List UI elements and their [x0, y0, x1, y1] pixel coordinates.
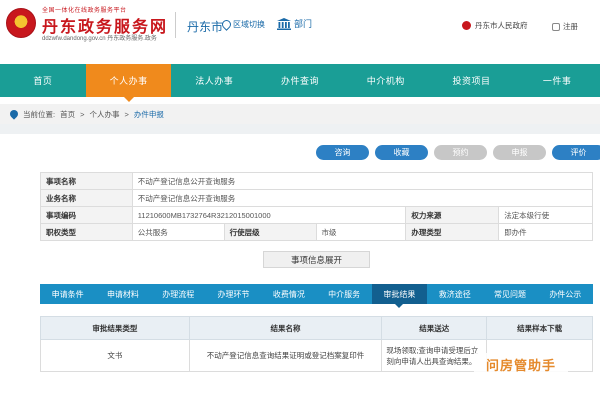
region-switch-link[interactable]: 区域切换: [220, 18, 265, 31]
breadcrumb-home[interactable]: 首页: [60, 109, 75, 120]
header-divider: [175, 12, 176, 38]
item-name-value: 不动产登记信息公开查询服务: [131, 172, 594, 190]
nav-item[interactable]: 中介机构: [343, 64, 429, 97]
register-link[interactable]: 注册: [552, 21, 578, 32]
government-emblem-icon: [462, 21, 471, 30]
detail-tabs: 申请条件 申请材料 办理流程 办理环节 收费情况 中介服务 审批结果 救济途径 常见问题 办件公示: [40, 284, 593, 308]
table-header-row: 审批结果类型 结果名称 结果送达 结果样本下载: [40, 316, 593, 340]
tab[interactable]: 救济途径: [427, 284, 482, 304]
breadcrumb-separator: >: [80, 109, 85, 119]
breadcrumb-personal[interactable]: 个人办事: [89, 109, 119, 120]
tab[interactable]: 审批结果: [371, 284, 428, 308]
delivery-line: 刻向申请人出具查询结果。: [386, 356, 477, 366]
nav-item[interactable]: 法人办事: [171, 64, 257, 97]
tab[interactable]: 收费情况: [261, 284, 316, 304]
result-name-cell: 不动产登记信息查询结果证明或登记档案复印件: [188, 339, 383, 372]
tab[interactable]: 办件公示: [538, 284, 593, 304]
expand-info-button[interactable]: 事项信息展开: [263, 251, 370, 268]
breadcrumb-current: 办件申报: [133, 109, 164, 119]
column-header: 结果样本下载: [486, 316, 593, 340]
duty-type-value: 公共服务: [131, 223, 225, 241]
current-city: 丹东市: [187, 20, 224, 34]
level-value: 市级: [315, 223, 407, 241]
department-label: 部门: [294, 19, 313, 29]
location-pin-icon: [220, 18, 233, 31]
result-type-cell: 文书: [40, 339, 190, 372]
building-icon: [277, 17, 291, 30]
handle-type-label: 办理类型: [405, 223, 500, 241]
appointment-button[interactable]: 预约: [434, 145, 487, 160]
nav-item[interactable]: 个人办事: [85, 64, 172, 102]
item-name-label: 事项名称: [40, 172, 133, 190]
city-government-label: 丹东市人民政府: [475, 21, 528, 30]
city-government-link[interactable]: 丹东市人民政府: [462, 20, 528, 31]
department-link[interactable]: 部门: [277, 17, 312, 30]
result-delivery-cell: 现场领取;查询申请受理后立 刻向申请人出具查询结果。: [381, 339, 488, 372]
logo-domain: ddzwfw.dandong.gov.cn 丹东政务服务.政务: [42, 36, 157, 42]
action-buttons: 咨询 收藏 预约 申报 评价: [316, 145, 600, 160]
register-label: 注册: [563, 22, 578, 31]
consult-button[interactable]: 咨询: [316, 145, 369, 160]
evaluate-button[interactable]: 评价: [552, 145, 600, 160]
duty-type-label: 职权类型: [40, 223, 133, 241]
table-row: 事项编码 11210600MB1732764R3212015001000 权力来…: [40, 206, 593, 224]
column-header: 结果送达: [381, 316, 488, 340]
region-switch-label: 区域切换: [233, 20, 265, 29]
table-row: 职权类型 公共服务 行使层级 市级 办理类型 即办件: [40, 223, 593, 241]
power-source-label: 权力来源: [405, 206, 500, 224]
business-name-value: 不动产登记信息公开查询服务: [131, 189, 594, 207]
national-emblem-icon: [6, 8, 36, 38]
level-label: 行使层级: [223, 223, 317, 241]
favorite-button[interactable]: 收藏: [375, 145, 428, 160]
watermark-label: 问房管助手: [474, 353, 568, 375]
apply-button[interactable]: 申报: [493, 145, 546, 160]
tab[interactable]: 中介服务: [316, 284, 371, 304]
main-nav: 首页 个人办事 法人办事 办件查询 中介机构 投资项目 一件事: [0, 64, 600, 102]
section-divider: [0, 124, 600, 134]
column-header: 结果名称: [188, 316, 383, 340]
tab[interactable]: 申请条件: [40, 284, 95, 304]
breadcrumb: 当前位置: 首页 > 个人办事 > 办件申报: [0, 104, 600, 124]
nav-item[interactable]: 办件查询: [257, 64, 343, 97]
item-code-value: 11210600MB1732764R3212015001000: [131, 206, 407, 224]
delivery-line: 现场领取;查询申请受理后立: [386, 345, 479, 355]
nav-item[interactable]: 一件事: [514, 64, 600, 97]
tab[interactable]: 办理环节: [206, 284, 261, 304]
tab[interactable]: 办理流程: [151, 284, 206, 304]
user-icon: [552, 22, 560, 31]
column-header: 审批结果类型: [40, 316, 190, 340]
location-icon: [8, 108, 20, 120]
nav-item[interactable]: 投资项目: [429, 64, 515, 97]
table-row: 业务名称 不动产登记信息公开查询服务: [40, 189, 594, 207]
power-source-value: 法定本级行使: [498, 206, 593, 224]
breadcrumb-separator: >: [124, 109, 129, 119]
table-row: 事项名称 不动产登记信息公开查询服务: [40, 172, 594, 190]
item-info-table: 事项名称 不动产登记信息公开查询服务 业务名称 不动产登记信息公开查询服务 事项…: [40, 172, 594, 241]
business-name-label: 业务名称: [40, 189, 133, 207]
nav-item[interactable]: 首页: [0, 64, 86, 97]
handle-type-value: 即办件: [498, 223, 593, 241]
item-code-label: 事项编码: [40, 206, 133, 224]
breadcrumb-prefix: 当前位置:: [23, 109, 56, 119]
tab[interactable]: 常见问题: [482, 284, 537, 304]
site-header: 全国一体化在线政务服务平台 丹东政务服务网 ddzwfw.dandong.gov…: [0, 0, 600, 52]
tab[interactable]: 申请材料: [95, 284, 150, 304]
